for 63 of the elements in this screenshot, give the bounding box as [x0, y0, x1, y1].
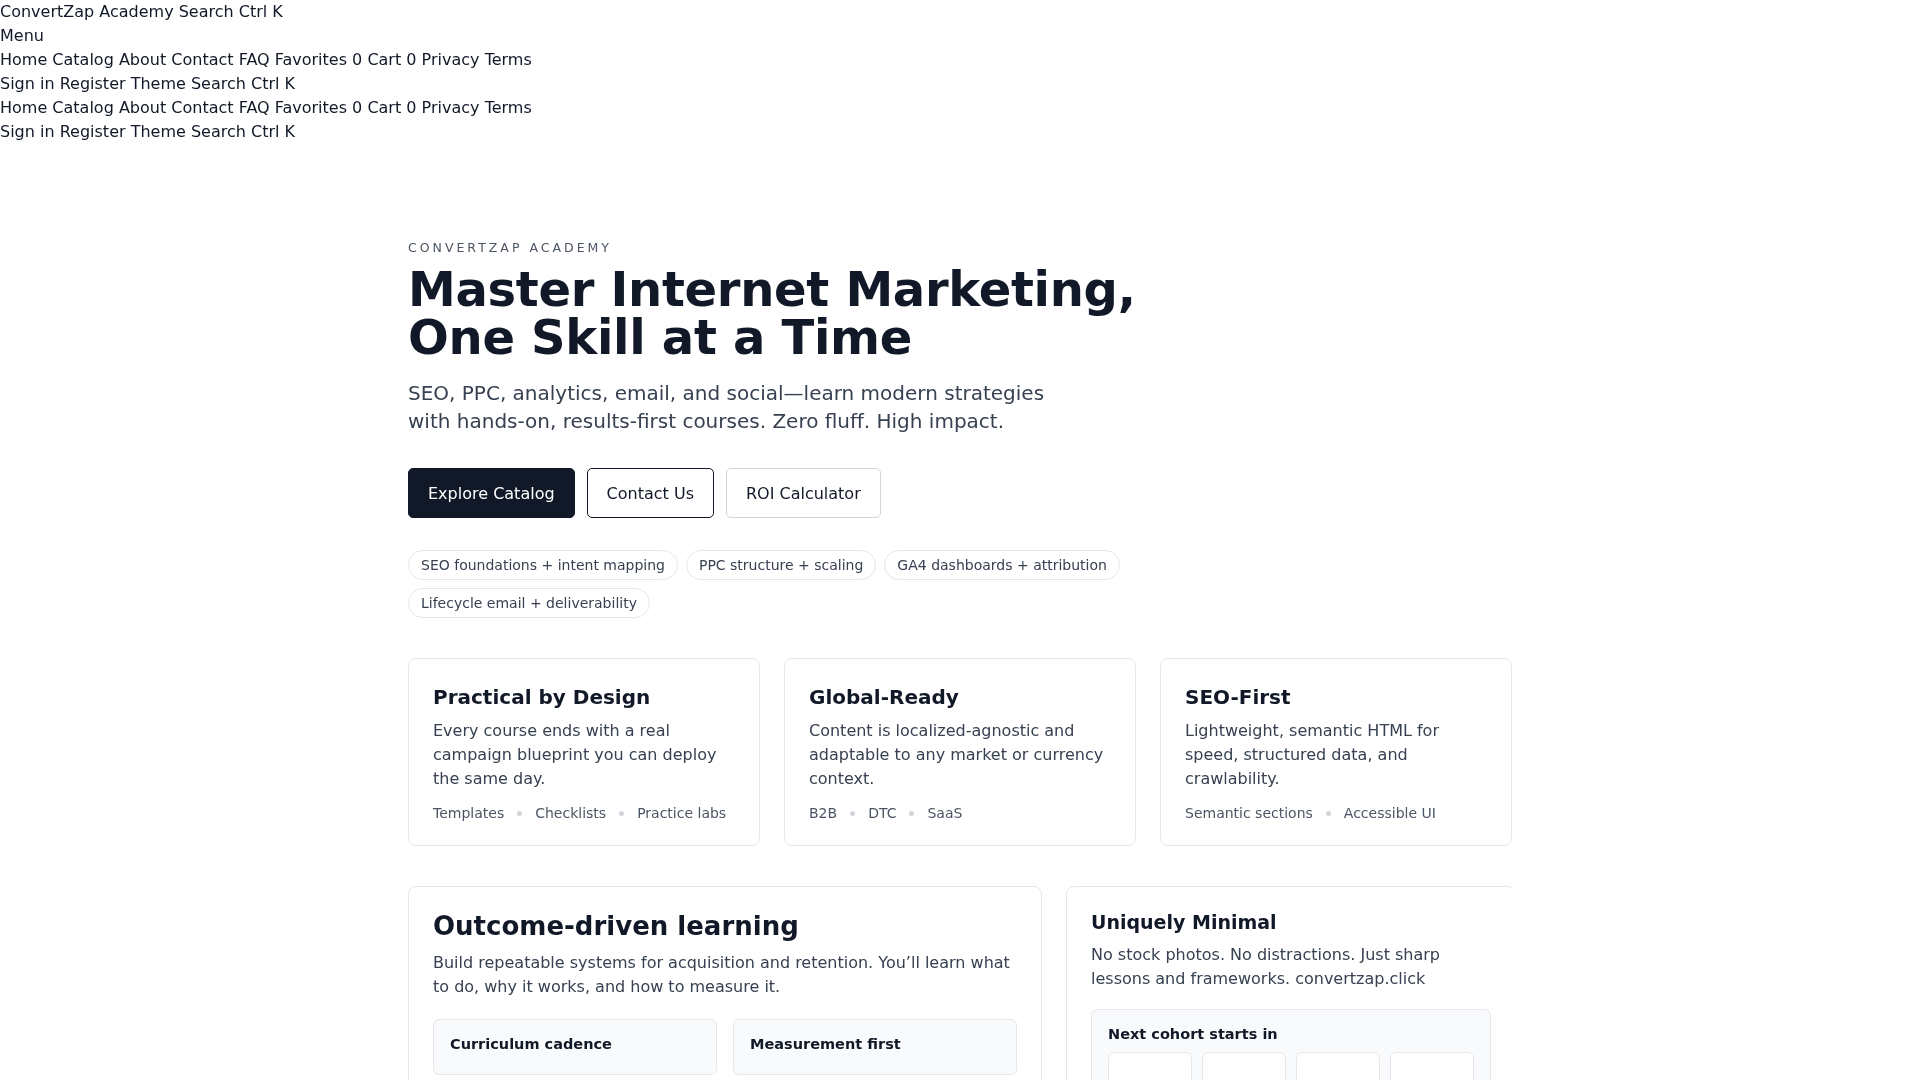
calculator-button[interactable]: ROI Calculator [725, 468, 881, 518]
panel-title: Curriculum cadence [450, 1036, 613, 1052]
nav-link[interactable]: Search [190, 74, 246, 93]
card-tag: Semantic sections [1185, 805, 1313, 821]
nav-link[interactable]: Menu [0, 26, 44, 45]
hero-subtitle: SEO, PPC, analytics, email, and social—learn modern strategies with hands-on, results-first courses. Zero fluff. High impact. [408, 380, 1046, 435]
nav-link[interactable]: 0 [352, 50, 363, 69]
card-tag: Templates [433, 805, 505, 821]
nav-link[interactable]: Sign in [0, 122, 55, 141]
nav-link[interactable]: Contact [171, 50, 234, 69]
nav-link[interactable]: Ctrl K [238, 2, 283, 21]
nav-link[interactable]: 0 [352, 98, 363, 117]
nav-link[interactable]: About [118, 98, 167, 117]
section-title: Outcome-driven learning [433, 911, 800, 941]
nav-link[interactable]: FAQ [238, 50, 270, 69]
card-text: Every course ends with a real campaign blueprint you can deploy the same day. [433, 720, 718, 790]
card-text: Lightweight, semantic HTML for speed, structured data, and crawlability. [1185, 720, 1440, 790]
card-title: Uniquely Minimal [1091, 911, 1278, 933]
nav-link[interactable]: Theme [130, 74, 186, 93]
nav-link[interactable]: Cart [367, 50, 402, 69]
nav-link[interactable]: Contact [171, 98, 234, 117]
nav-link[interactable]: Catalog [52, 50, 114, 69]
card-tag: Accessible UI [1343, 805, 1436, 821]
nav-link[interactable]: Home [0, 98, 48, 117]
card-text: No stock photos. No distractions. Just sharp lessons and frameworks. convertzap.click [1091, 944, 1441, 990]
card-title: SEO-First [1185, 685, 1292, 709]
card-tag: SaaS [927, 805, 963, 821]
nav-link[interactable]: Favorites [274, 50, 347, 69]
card-tag: Practice labs [637, 805, 727, 821]
nav-link[interactable]: Register [59, 74, 126, 93]
nav-link[interactable]: Ctrl K [251, 74, 296, 93]
nav-link[interactable]: Home [0, 50, 48, 69]
nav-link[interactable]: Theme [130, 122, 186, 141]
explore-button[interactable]: Explore Catalog [408, 468, 575, 518]
nav-link[interactable]: Register [59, 122, 126, 141]
nav-link[interactable]: Terms [484, 50, 532, 69]
section-text: Build repeatable systems for acquisition and retention. You’ll learn what to do, why it works, and how to measure it. [433, 952, 1011, 998]
card-tag: DTC [868, 805, 897, 821]
card-tag: Checklists [535, 805, 607, 821]
nav-link[interactable]: Search [178, 2, 234, 21]
hero-title: Master Internet Marketing, One Skill at a Time [408, 265, 1137, 361]
card-tag: B2B [809, 805, 838, 821]
nav-link[interactable]: Privacy [421, 98, 480, 117]
nav-link[interactable]: ConvertZap Academy [0, 2, 174, 21]
eyebrow-label: CONVERTZAP ACADEMY [408, 240, 613, 255]
nav-link[interactable]: Catalog [52, 98, 114, 117]
nav-link[interactable]: 0 [406, 50, 417, 69]
panel-title: Next cohort starts in [1108, 1026, 1279, 1042]
nav-link[interactable]: Sign in [0, 74, 55, 93]
nav-link[interactable]: Ctrl K [251, 122, 296, 141]
card-title: Practical by Design [433, 685, 652, 709]
nav-link[interactable]: About [118, 50, 167, 69]
card-text: Content is localized-agnostic and adaptable to any market or currency context. [809, 720, 1105, 790]
panel-title: Measurement first [750, 1036, 902, 1052]
contact-button[interactable]: Contact Us [586, 468, 714, 518]
nav-link[interactable]: Privacy [421, 50, 480, 69]
card-title: Global-Ready [809, 685, 960, 709]
nav-link[interactable]: Cart [367, 98, 402, 117]
nav-link[interactable]: Search [190, 122, 246, 141]
nav-link[interactable]: 0 [406, 98, 417, 117]
nav-link[interactable]: FAQ [238, 98, 270, 117]
nav-link[interactable]: Favorites [274, 98, 347, 117]
nav-link[interactable]: Terms [484, 98, 532, 117]
